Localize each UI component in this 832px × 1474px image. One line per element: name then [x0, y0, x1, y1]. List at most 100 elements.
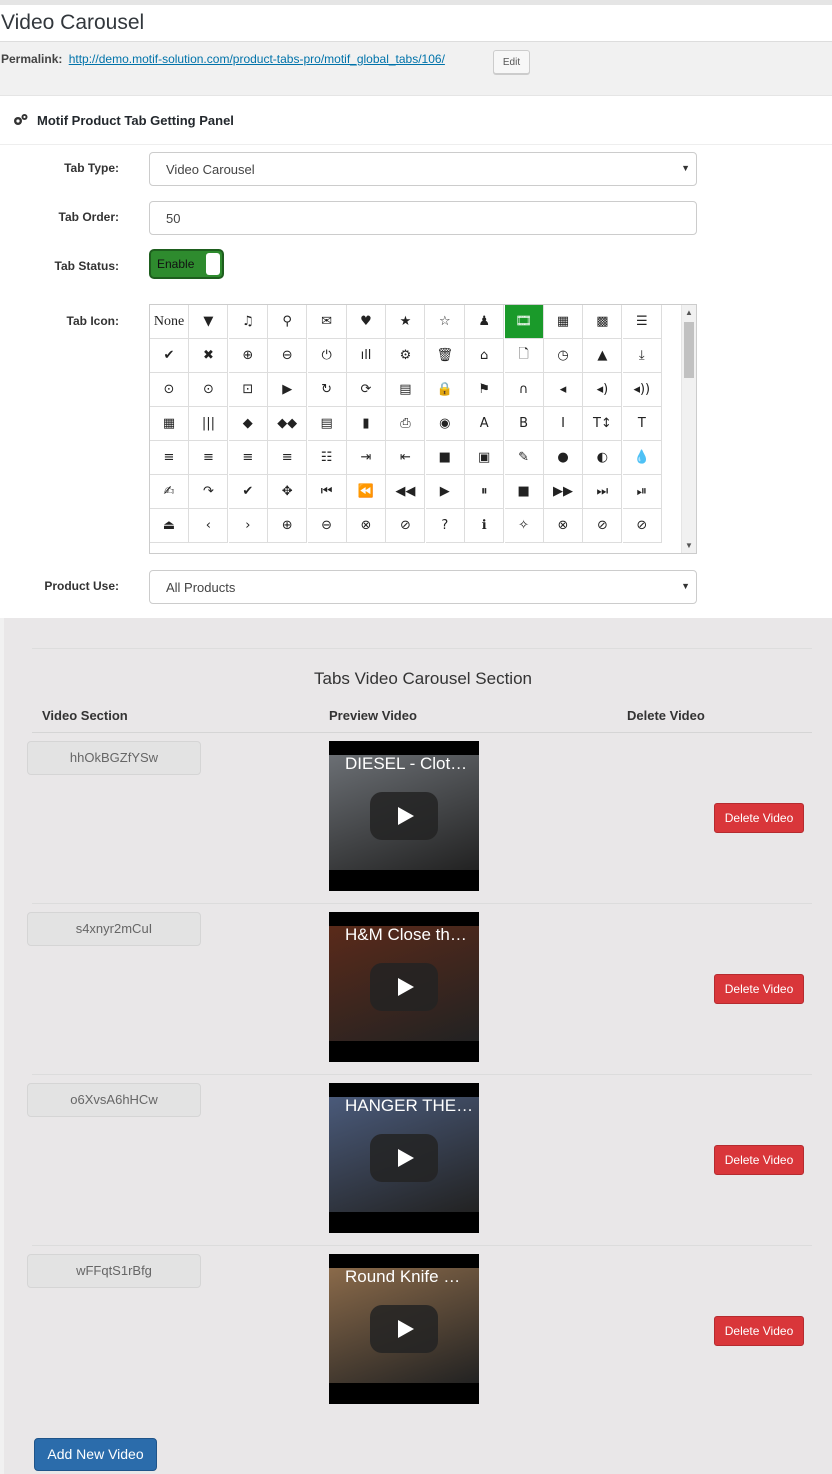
video-id-field[interactable]: s4xnyr2mCuI	[27, 912, 201, 946]
icon-option[interactable]: ⟳	[347, 373, 386, 407]
icon-option[interactable]: ⊗	[544, 509, 583, 543]
icon-option-none[interactable]: None	[150, 305, 189, 339]
icon-option[interactable]: B	[504, 407, 544, 441]
icon-option[interactable]: ◀◀	[386, 475, 426, 509]
icon-option[interactable]: ✎	[504, 441, 544, 475]
icon-option[interactable]: ☰	[622, 305, 662, 339]
icon-option[interactable]: ⊙	[150, 373, 189, 407]
icon-option[interactable]: ▣	[465, 441, 505, 475]
icon-option[interactable]: ›	[228, 509, 268, 543]
icon-option[interactable]: ▤	[307, 407, 347, 441]
icon-option[interactable]: ▼	[189, 305, 229, 339]
scroll-down-icon[interactable]: ▼	[685, 541, 693, 550]
icon-option[interactable]: ●	[544, 441, 583, 475]
edit-permalink-button[interactable]: Edit	[493, 50, 530, 74]
icon-option[interactable]: ⊕	[228, 339, 268, 373]
product-use-select[interactable]: All Products ▼	[149, 570, 697, 604]
icon-option[interactable]: ≡	[150, 441, 189, 475]
icon-option[interactable]: A	[465, 407, 505, 441]
play-icon[interactable]	[370, 1134, 438, 1182]
icon-option[interactable]: ▶	[425, 475, 465, 509]
tab-type-select[interactable]: Video Carousel ▼	[149, 152, 697, 186]
icon-option[interactable]: ✧	[504, 509, 544, 543]
icon-option[interactable]: ✍	[150, 475, 189, 509]
icon-option[interactable]: ⊘	[583, 509, 623, 543]
icon-option[interactable]: ⊘	[622, 509, 662, 543]
icon-option[interactable]: ⊖	[307, 509, 347, 543]
icon-picker-scrollbar[interactable]: ▲ ▼	[681, 305, 696, 553]
icon-option[interactable]: ♟	[465, 305, 505, 339]
play-icon[interactable]	[370, 963, 438, 1011]
permalink-link[interactable]: http://demo.motif-solution.com/product-t…	[69, 52, 445, 66]
icon-option[interactable]: ≡	[228, 441, 268, 475]
icon-option[interactable]: ⏸	[465, 475, 505, 509]
icon-option[interactable]: ‹	[189, 509, 229, 543]
tab-status-toggle[interactable]: Enable	[149, 249, 224, 279]
tab-order-input[interactable]: 50	[149, 201, 697, 235]
video-preview[interactable]: Round Knife …	[329, 1254, 479, 1404]
icon-option[interactable]: ıll	[347, 339, 386, 373]
icon-option[interactable]: ♥	[347, 305, 386, 339]
icon-option[interactable]: ⇥	[347, 441, 386, 475]
icon-option[interactable]: 🎞	[504, 305, 544, 339]
icon-option[interactable]: ▮	[347, 407, 386, 441]
icon-option[interactable]: 🔒	[425, 373, 465, 407]
icon-option[interactable]: ▤	[386, 373, 426, 407]
icon-option[interactable]: ⇤	[386, 441, 426, 475]
play-icon[interactable]	[370, 1305, 438, 1353]
icon-option[interactable]: ✥	[268, 475, 308, 509]
icon-option[interactable]: ◆◆	[268, 407, 308, 441]
icon-option[interactable]: ▶▶	[544, 475, 583, 509]
icon-option[interactable]: ↷	[189, 475, 229, 509]
video-id-field[interactable]: hhOkBGZfYSw	[27, 741, 201, 775]
icon-option[interactable]: ▦	[150, 407, 189, 441]
icon-option[interactable]: ◂))	[622, 373, 662, 407]
icon-option[interactable]: ⊕	[268, 509, 308, 543]
icon-option[interactable]: ◉	[425, 407, 465, 441]
delete-video-button[interactable]: Delete Video	[714, 803, 804, 833]
icon-option[interactable]: ✖	[189, 339, 229, 373]
icon-option[interactable]: ?	[425, 509, 465, 543]
icon-option[interactable]: 🗋	[504, 339, 544, 373]
icon-option[interactable]: ⏭	[583, 475, 623, 509]
icon-option[interactable]: ⚲	[268, 305, 308, 339]
icon-option[interactable]: I	[544, 407, 583, 441]
icon-option[interactable]: ✔	[150, 339, 189, 373]
icon-option[interactable]: ⚑	[465, 373, 505, 407]
video-preview[interactable]: HANGER THE…	[329, 1083, 479, 1233]
icon-option[interactable]: ▦	[544, 305, 583, 339]
icon-option[interactable]: ⊗	[347, 509, 386, 543]
icon-option[interactable]: ⏯	[622, 475, 662, 509]
play-icon[interactable]	[370, 792, 438, 840]
icon-option[interactable]: ⊖	[268, 339, 308, 373]
icon-option[interactable]: ≡	[189, 441, 229, 475]
icon-option[interactable]: ♫	[228, 305, 268, 339]
icon-option[interactable]: ℹ	[465, 509, 505, 543]
icon-option[interactable]: ◆	[228, 407, 268, 441]
video-preview[interactable]: DIESEL - Clot…	[329, 741, 479, 891]
icon-option[interactable]: ≡	[268, 441, 308, 475]
icon-option[interactable]: ✉	[307, 305, 347, 339]
icon-option[interactable]: ⏮	[307, 475, 347, 509]
icon-option[interactable]: ⌂	[465, 339, 505, 373]
icon-option[interactable]: ▲	[583, 339, 623, 373]
icon-option[interactable]: ⊡	[228, 373, 268, 407]
delete-video-button[interactable]: Delete Video	[714, 1316, 804, 1346]
add-new-video-button[interactable]: Add New Video	[34, 1438, 157, 1471]
video-preview[interactable]: H&M Close th…	[329, 912, 479, 1062]
icon-option[interactable]: ◂	[544, 373, 583, 407]
icon-option[interactable]: ▶	[268, 373, 308, 407]
icon-option[interactable]: 💧	[622, 441, 662, 475]
icon-option[interactable]: ⏏	[150, 509, 189, 543]
icon-option[interactable]: T↕	[583, 407, 623, 441]
video-id-field[interactable]: wFFqtS1rBfg	[27, 1254, 201, 1288]
icon-option[interactable]: ■	[504, 475, 544, 509]
icon-option[interactable]: ✔	[228, 475, 268, 509]
scroll-thumb[interactable]	[684, 322, 694, 378]
icon-option[interactable]: ■	[425, 441, 465, 475]
icon-option[interactable]: ⤓	[622, 339, 662, 373]
icon-option[interactable]: ⏻	[307, 339, 347, 373]
video-id-field[interactable]: o6XvsA6hHCw	[27, 1083, 201, 1117]
icon-option[interactable]: ◷	[544, 339, 583, 373]
icon-option[interactable]: ⎙	[386, 407, 426, 441]
